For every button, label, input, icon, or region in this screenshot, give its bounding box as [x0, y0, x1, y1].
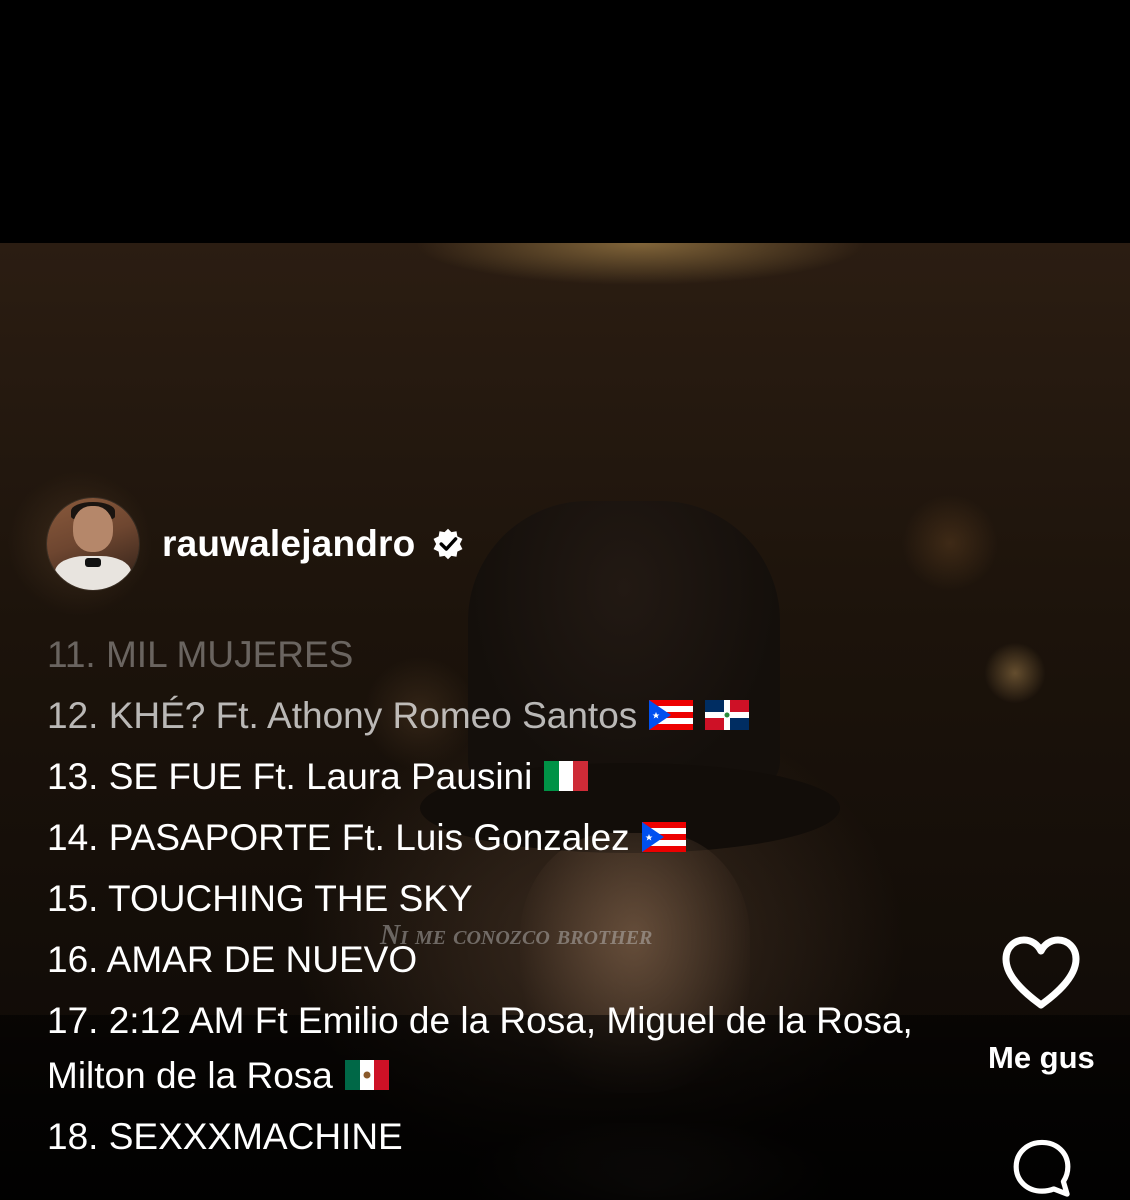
track-item: 12. KHÉ? Ft. Athony Romeo Santos — [47, 685, 947, 746]
italy-flag-icon — [544, 761, 589, 792]
mexico-flag-icon — [344, 1060, 389, 1091]
verified-badge-icon — [434, 528, 463, 560]
track-item: 11. MIL MUJERES — [47, 634, 354, 675]
post-author[interactable]: rauwalejandro — [47, 498, 465, 590]
track-list: 11. MIL MUJERES 12. KHÉ? Ft. Athony Rome… — [47, 624, 947, 1167]
comment-icon[interactable] — [1000, 1138, 1084, 1200]
track-item: 17. 2:12 AM Ft Emilio de la Rosa, Miguel… — [47, 1000, 913, 1096]
like-label[interactable]: Me gus — [988, 1040, 1130, 1076]
top-black-area — [0, 0, 1130, 243]
username[interactable]: rauwalejandro — [162, 523, 415, 565]
track-item: 16. AMAR DE NUEVO — [47, 939, 418, 980]
heart-icon[interactable] — [1000, 935, 1082, 1011]
puerto-rico-flag-icon — [649, 700, 694, 731]
dominican-republic-flag-icon — [705, 700, 750, 731]
track-item: 15. TOUCHING THE SKY — [47, 878, 473, 919]
puerto-rico-flag-icon — [641, 822, 686, 853]
track-item: 14. PASAPORTE Ft. Luis Gonzalez — [47, 807, 947, 868]
track-item: 18. SEXXXMACHINE — [47, 1116, 403, 1157]
avatar[interactable] — [47, 498, 139, 590]
track-item: 13. SE FUE Ft. Laura Pausini — [47, 746, 947, 807]
